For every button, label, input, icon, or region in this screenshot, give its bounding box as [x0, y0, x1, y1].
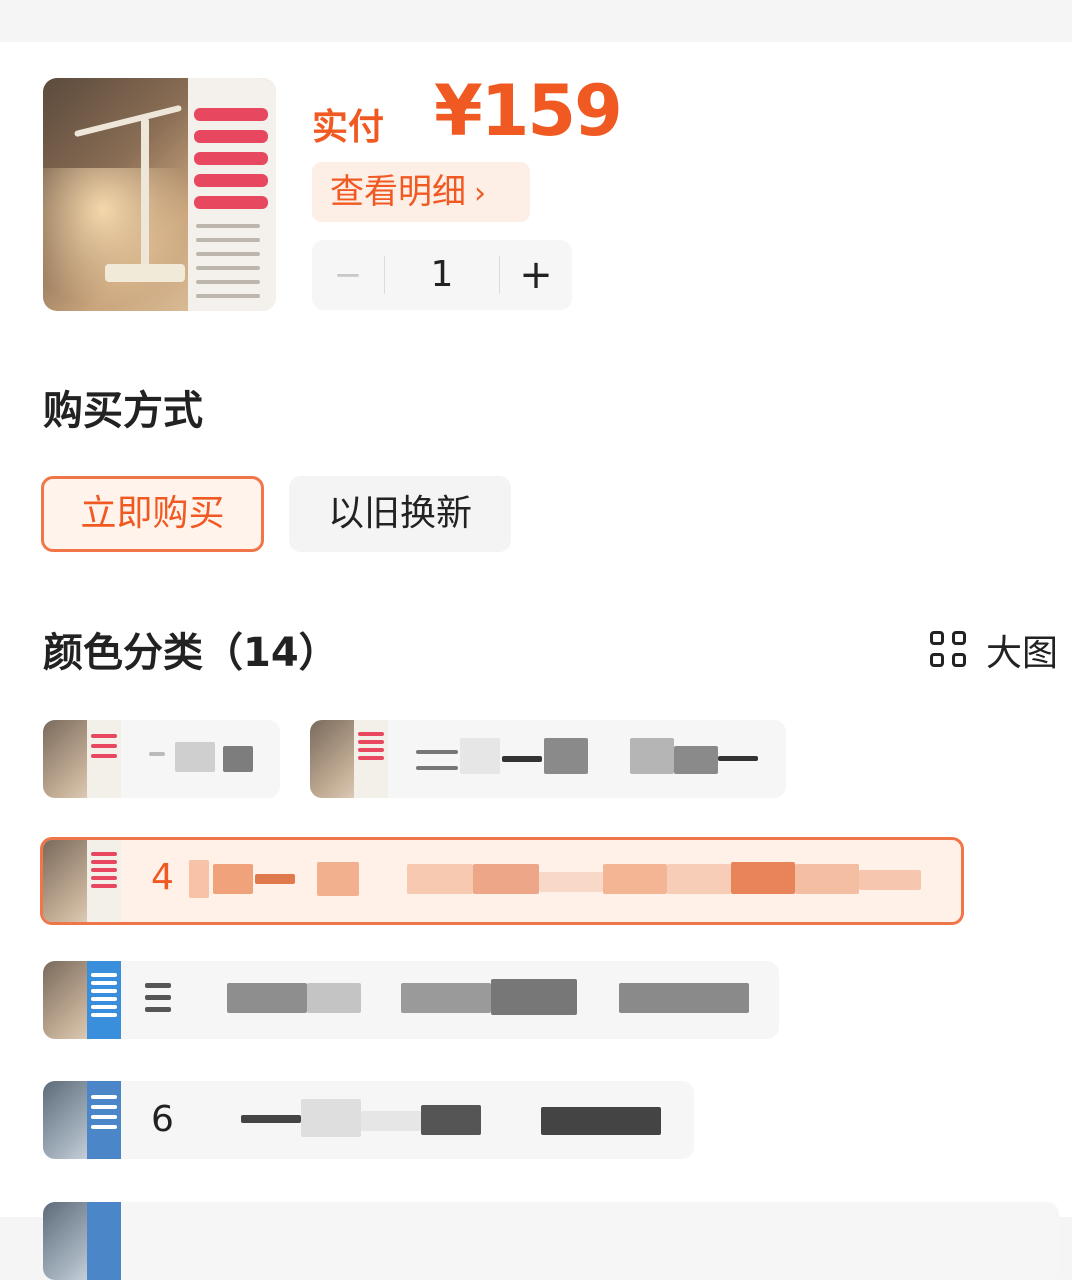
- variant-option-6[interactable]: [43, 1202, 1059, 1280]
- variant-option-4[interactable]: [43, 961, 779, 1039]
- purchase-method-title: 购买方式: [43, 388, 203, 434]
- variant-option-5[interactable]: 6: [43, 1081, 694, 1159]
- variant-label: 6: [151, 1099, 174, 1140]
- variant-thumbnail: [43, 1081, 121, 1159]
- variant-thumbnail: [43, 1202, 121, 1280]
- option-buy-now[interactable]: 立即购买: [41, 476, 264, 552]
- decrease-button[interactable]: −: [312, 240, 384, 310]
- view-details-label: 查看明细: [330, 172, 466, 212]
- variant-thumbnail: [43, 720, 121, 798]
- pay-label: 实付: [312, 107, 385, 148]
- variant-thumbnail: [310, 720, 388, 798]
- pay-amount: ¥159: [434, 70, 623, 152]
- variant-option-2[interactable]: [310, 720, 786, 798]
- variant-option-1[interactable]: [43, 720, 280, 798]
- variant-thumbnail: [43, 961, 121, 1039]
- quantity-value[interactable]: 1: [385, 240, 499, 310]
- variant-option-3[interactable]: 4: [40, 837, 964, 925]
- increase-button[interactable]: +: [500, 240, 572, 310]
- product-image[interactable]: [43, 78, 276, 311]
- view-details-button[interactable]: 查看明细 ›: [312, 162, 530, 222]
- color-category-title: 颜色分类（14）: [43, 630, 339, 676]
- variant-thumbnail: [43, 840, 121, 922]
- sku-selector-sheet: 实付 ¥159 查看明细 › − 1 + 购买方式 立即购买 以旧换新 颜色分类（…: [0, 42, 1072, 1280]
- big-view-toggle[interactable]: 大图: [929, 624, 1058, 676]
- quantity-stepper: − 1 +: [312, 240, 572, 310]
- option-trade-in[interactable]: 以旧换新: [289, 476, 511, 552]
- variant-label: 4: [151, 857, 174, 898]
- big-view-label: 大图: [985, 633, 1058, 674]
- chevron-right-icon: ›: [474, 176, 486, 211]
- grid-icon: [929, 631, 968, 669]
